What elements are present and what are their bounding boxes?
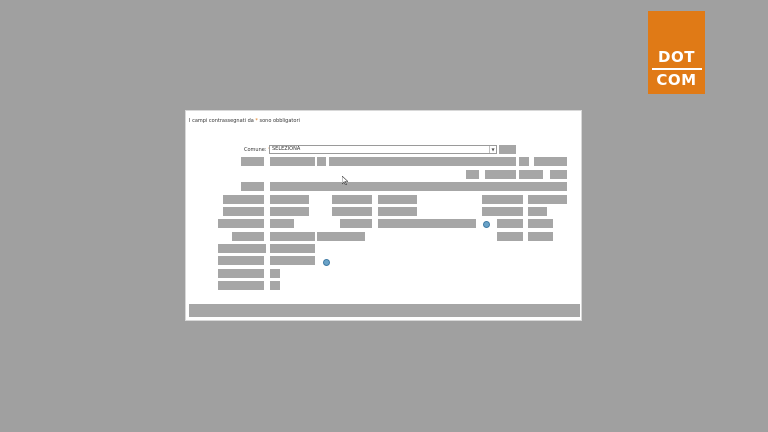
redacted-field[interactable]	[466, 170, 479, 179]
redacted-checkbox[interactable]	[270, 281, 280, 290]
logo-line-2: COM	[656, 71, 697, 89]
redacted-field[interactable]	[329, 157, 516, 166]
comune-label-text: Comune:	[244, 147, 267, 153]
redacted-field[interactable]	[340, 219, 372, 228]
redacted-field[interactable]	[270, 244, 315, 253]
redacted-label	[223, 195, 264, 204]
screen-background: DOT COM I campi contrassegnati da * sono…	[0, 0, 768, 432]
redacted-field[interactable]	[270, 256, 315, 265]
redacted-field[interactable]	[317, 232, 365, 241]
redacted-field[interactable]	[519, 157, 529, 166]
logo-line-1: DOT	[658, 48, 695, 66]
logo-divider	[651, 68, 702, 70]
redacted-field[interactable]	[528, 207, 547, 216]
required-note-prefix: I campi contrassegnati da	[189, 118, 254, 124]
comune-select[interactable]: SELEZIONA ▼	[269, 145, 497, 154]
required-note-suffix: sono obbligatori	[259, 118, 300, 124]
redacted-field[interactable]	[270, 182, 567, 191]
redacted-field[interactable]	[528, 195, 567, 204]
comune-action-button[interactable]	[499, 145, 516, 154]
redacted-field[interactable]	[497, 232, 523, 241]
form-panel: I campi contrassegnati da * sono obbliga…	[185, 110, 582, 321]
comune-label: Comune: *	[244, 147, 271, 153]
redacted-field[interactable]	[528, 219, 553, 228]
redacted-label	[218, 269, 264, 278]
required-fields-note: I campi contrassegnati da * sono obbliga…	[189, 118, 300, 124]
redacted-field[interactable]	[317, 157, 326, 166]
help-icon[interactable]	[323, 259, 330, 266]
redacted-field[interactable]	[497, 219, 523, 228]
redacted-field[interactable]	[519, 170, 543, 179]
dotcom-logo: DOT COM	[648, 11, 705, 94]
redacted-label	[241, 157, 264, 166]
redacted-label	[232, 232, 264, 241]
redacted-field[interactable]	[378, 207, 417, 216]
comune-select-value: SELEZIONA	[272, 146, 301, 152]
redacted-footer-bar[interactable]	[189, 304, 580, 317]
chevron-down-icon[interactable]: ▼	[489, 146, 496, 153]
redacted-field[interactable]	[485, 170, 516, 179]
required-star-icon: *	[255, 118, 258, 124]
redacted-label	[241, 182, 264, 191]
redacted-field[interactable]	[482, 195, 523, 204]
redacted-label	[223, 207, 264, 216]
help-icon[interactable]	[483, 221, 490, 228]
redacted-checkbox[interactable]	[270, 269, 280, 278]
redacted-label	[218, 219, 264, 228]
redacted-field[interactable]	[550, 170, 567, 179]
redacted-label	[218, 281, 264, 290]
redacted-field[interactable]	[534, 157, 567, 166]
redacted-field[interactable]	[332, 195, 372, 204]
redacted-field[interactable]	[332, 207, 372, 216]
redacted-field[interactable]	[378, 195, 417, 204]
redacted-label	[218, 244, 266, 253]
redacted-field[interactable]	[482, 207, 523, 216]
redacted-field[interactable]	[528, 232, 553, 241]
redacted-field[interactable]	[378, 219, 476, 228]
redacted-field[interactable]	[270, 157, 315, 166]
redacted-label	[218, 256, 264, 265]
redacted-field[interactable]	[270, 195, 309, 204]
redacted-field[interactable]	[270, 232, 315, 241]
redacted-field[interactable]	[270, 219, 294, 228]
redacted-field[interactable]	[270, 207, 309, 216]
